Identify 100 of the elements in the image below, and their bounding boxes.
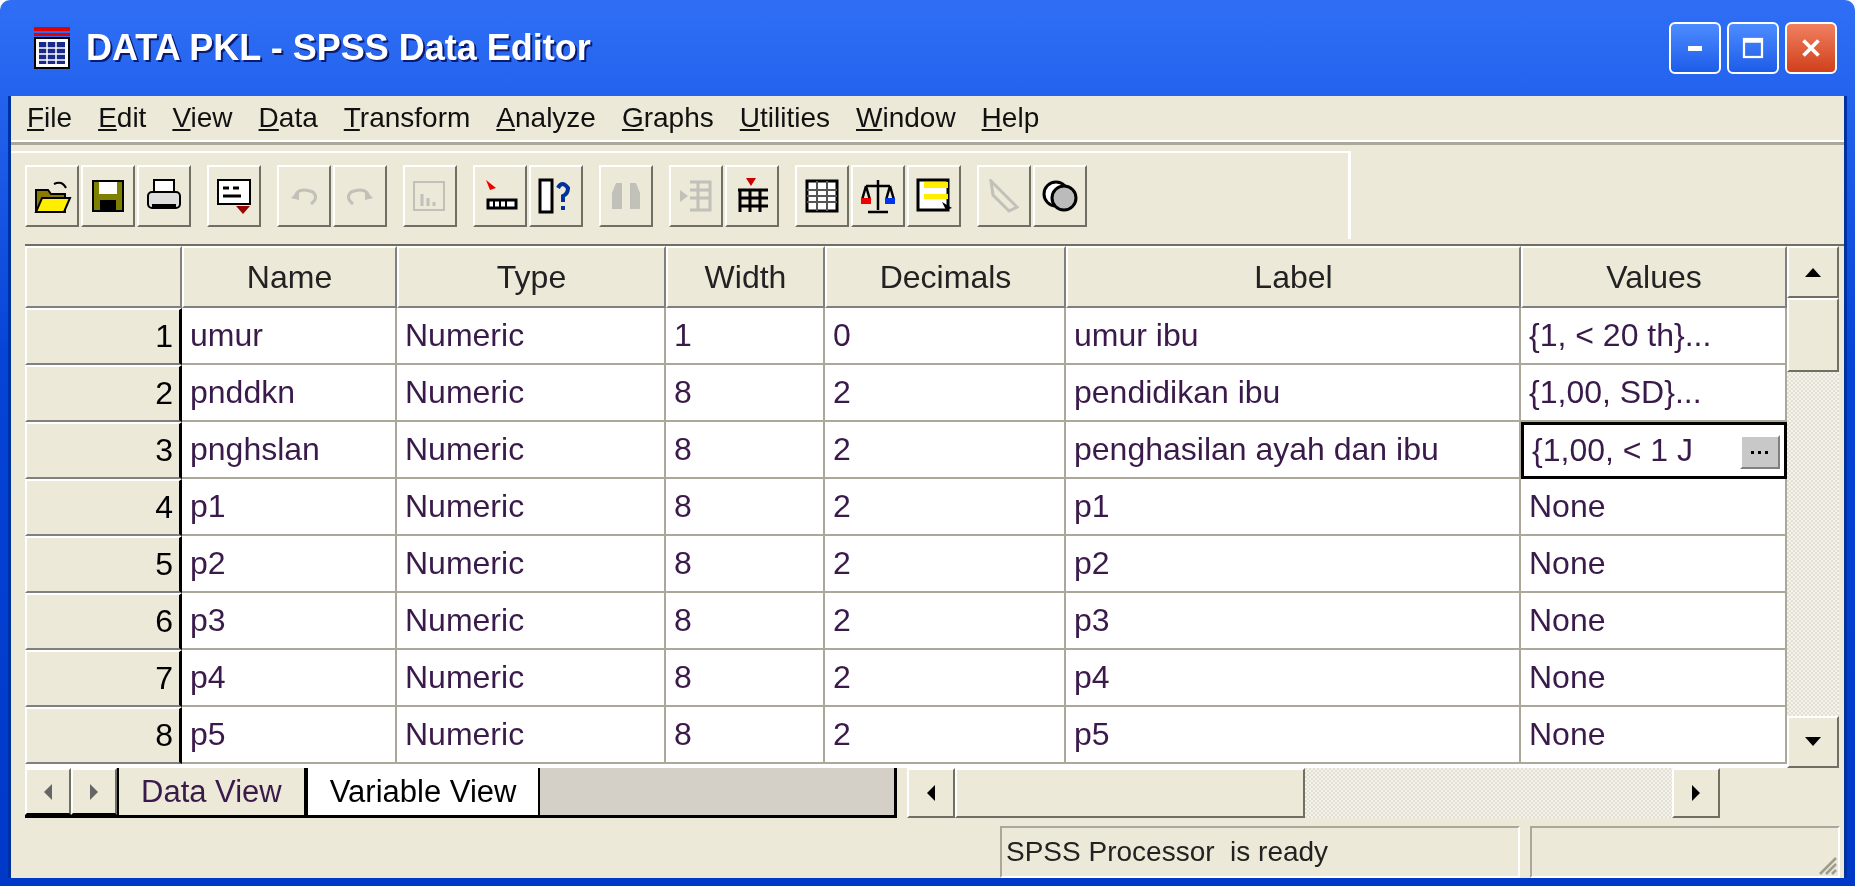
row-header[interactable]: 3	[25, 422, 182, 479]
menu-item[interactable]: File	[25, 102, 75, 134]
tab-scroll-right-button[interactable]	[71, 768, 117, 815]
table-cell: 8	[666, 365, 825, 422]
table-cell: Numeric	[397, 479, 666, 536]
table-cell: 2	[825, 707, 1066, 764]
menu-item[interactable]: View	[170, 102, 235, 134]
column-header[interactable]: Width	[666, 246, 825, 308]
row-header[interactable]: 6	[25, 593, 182, 650]
table-cell: umur	[182, 308, 397, 365]
column-header[interactable]: Decimals	[825, 246, 1066, 308]
dialog-icon	[214, 176, 254, 216]
table-cell: p2	[182, 536, 397, 593]
cell-text: {1,00, SD}...	[1529, 374, 1702, 411]
menu-item[interactable]: Transform	[341, 102, 473, 134]
sheet-tab[interactable]: Data View	[117, 768, 306, 815]
scroll-left-button[interactable]	[907, 768, 955, 818]
table-cell: p5	[1066, 707, 1521, 764]
table-cell: p2	[1066, 536, 1521, 593]
table-cell[interactable]: {1,00, < 1 J	[1521, 422, 1787, 479]
scroll-right-button[interactable]	[1672, 768, 1720, 818]
table-cell: 2	[825, 536, 1066, 593]
scroll-thumb[interactable]	[955, 768, 1305, 818]
cell-text: {1,00, < 1 J	[1532, 432, 1693, 469]
scroll-down-button[interactable]	[1787, 716, 1839, 768]
cell-text: {1, < 20 th}...	[1529, 317, 1712, 354]
table-cell: 2	[825, 479, 1066, 536]
vertical-scrollbar[interactable]	[1787, 246, 1839, 768]
toolbar-button[interactable]	[81, 165, 135, 227]
table-cell: 0	[825, 308, 1066, 365]
table-cell: pendidikan ibu	[1066, 365, 1521, 422]
horizontal-scrollbar[interactable]	[907, 768, 1720, 818]
down-arrow-icon	[1803, 736, 1823, 748]
cell-text: None	[1529, 545, 1606, 582]
minimize-button[interactable]	[1669, 22, 1721, 74]
menu-item[interactable]: Graphs	[619, 102, 716, 134]
menu-item[interactable]: Help	[979, 102, 1042, 134]
table-cell: 2	[825, 365, 1066, 422]
right-arrow-icon	[1690, 783, 1702, 803]
table-cell: 8	[666, 422, 825, 479]
maximize-button[interactable]	[1727, 22, 1779, 74]
row-header[interactable]: 1	[25, 308, 182, 365]
toolbar-button[interactable]	[529, 165, 583, 227]
table-cell: umur ibu	[1066, 308, 1521, 365]
column-header[interactable]: Label	[1066, 246, 1521, 308]
find-icon	[612, 183, 640, 209]
window-title: DATA PKL - SPSS Data Editor	[86, 27, 591, 69]
menu-item[interactable]: Utilities	[737, 102, 832, 134]
scroll-up-button[interactable]	[1787, 246, 1839, 298]
table-cell: 2	[825, 650, 1066, 707]
menu-item[interactable]: Edit	[96, 102, 149, 134]
table-cell: 8	[666, 707, 825, 764]
menu-item[interactable]: Window	[854, 102, 958, 134]
close-button[interactable]	[1785, 22, 1837, 74]
row-header[interactable]: 8	[25, 707, 182, 764]
table-cell: p1	[182, 479, 397, 536]
table-cell: p3	[182, 593, 397, 650]
cell-text: None	[1529, 488, 1606, 525]
row-header[interactable]: 4	[25, 479, 182, 536]
column-header[interactable]: Values	[1521, 246, 1787, 308]
table-cell: p4	[1066, 650, 1521, 707]
toolbar-button[interactable]	[851, 165, 905, 227]
ellipsis-button[interactable]	[1740, 435, 1780, 469]
toolbar-button[interactable]	[1033, 165, 1087, 227]
dots-icon	[1750, 449, 1770, 455]
toolbar-button[interactable]	[907, 165, 961, 227]
table-cell: Numeric	[397, 650, 666, 707]
table-cell: p5	[182, 707, 397, 764]
app-icon	[32, 26, 72, 70]
menu-item[interactable]: Data	[256, 102, 320, 134]
table-cell: Numeric	[397, 365, 666, 422]
minimize-icon	[1688, 45, 1702, 51]
table-cell: penghasilan ayah dan ibu	[1066, 422, 1521, 479]
row-header[interactable]: 7	[25, 650, 182, 707]
table-cell: Numeric	[397, 593, 666, 650]
table-cell: pnghslan	[182, 422, 397, 479]
table-cell: 8	[666, 593, 825, 650]
menu-item[interactable]: Analyze	[494, 102, 598, 134]
column-header[interactable]: Type	[397, 246, 666, 308]
tab-scroll-left-button[interactable]	[25, 768, 71, 815]
table-cell: Numeric	[397, 422, 666, 479]
table-cell: 8	[666, 650, 825, 707]
table-cell: p3	[1066, 593, 1521, 650]
scroll-thumb[interactable]	[1787, 298, 1839, 372]
table-cell: Numeric	[397, 308, 666, 365]
up-arrow-icon	[1803, 266, 1823, 278]
toolbar-button[interactable]	[725, 165, 779, 227]
cell-text: None	[1529, 602, 1606, 639]
sheet-tab[interactable]: Variable View	[305, 768, 541, 815]
row-header[interactable]: 2	[25, 365, 182, 422]
right-arrow-icon	[88, 781, 100, 802]
toolbar-button[interactable]	[207, 165, 261, 227]
cell-text: None	[1529, 716, 1606, 753]
column-header[interactable]: Name	[182, 246, 397, 308]
toolbar-button[interactable]	[795, 165, 849, 227]
toolbar-button[interactable]	[473, 165, 527, 227]
toolbar-button[interactable]	[25, 165, 79, 227]
row-header[interactable]: 5	[25, 536, 182, 593]
toolbar-button[interactable]	[137, 165, 191, 227]
table-cell: 8	[666, 479, 825, 536]
